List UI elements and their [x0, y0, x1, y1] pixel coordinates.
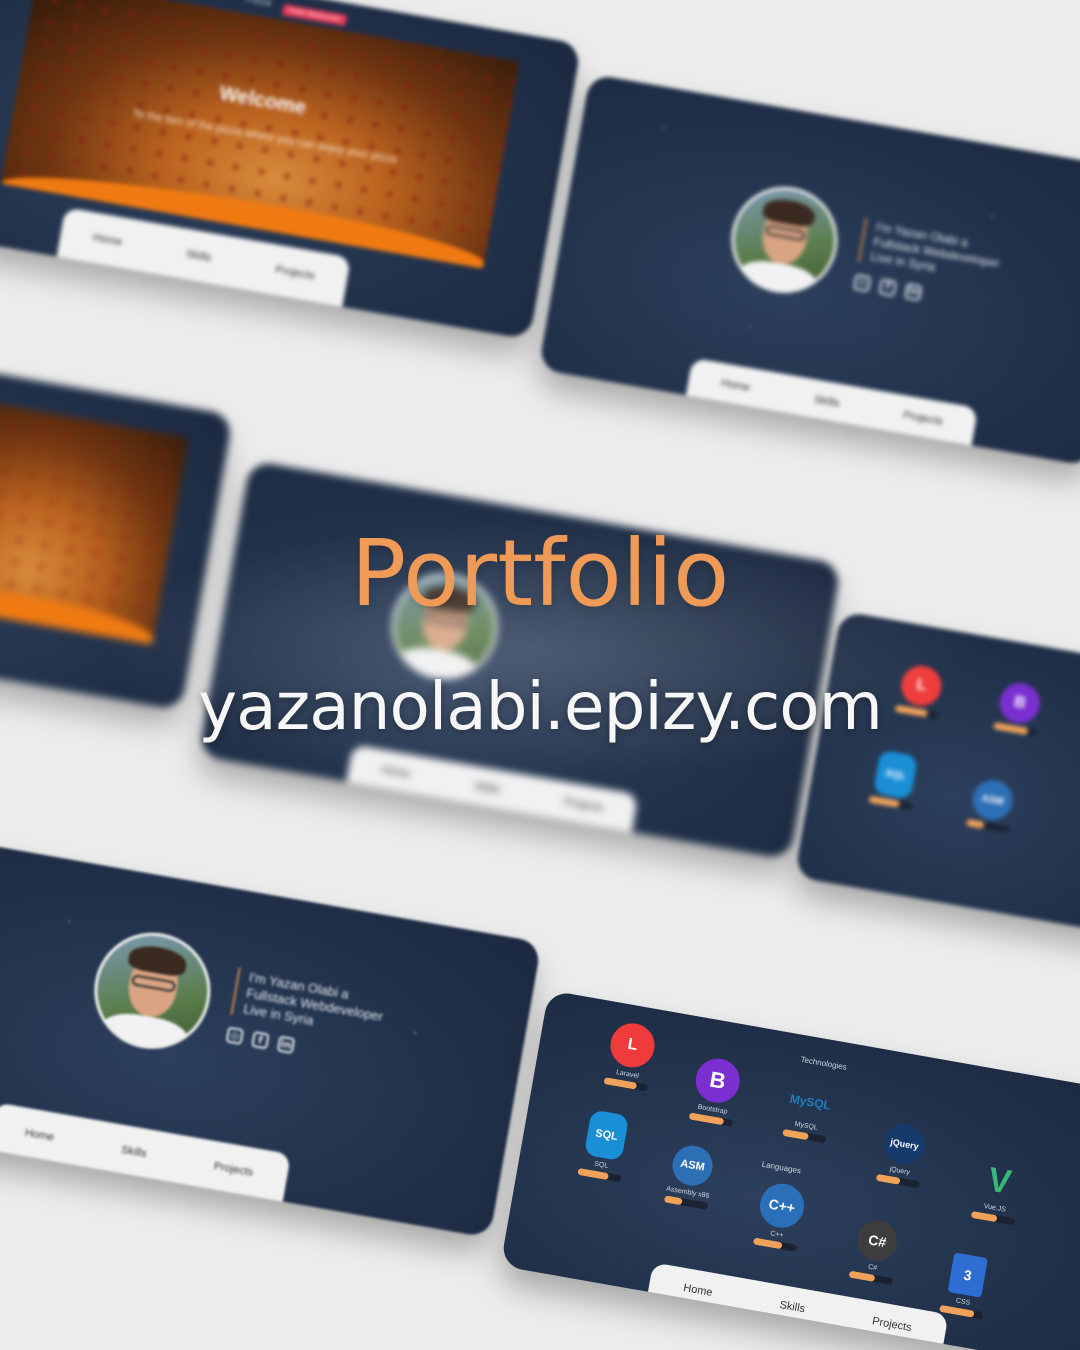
skill-cpp: C++ C++: [752, 1180, 808, 1252]
sql-icon: SQL: [583, 1109, 630, 1162]
mysql-icon: MySQL: [788, 1091, 832, 1113]
jquery-icon: jQuery: [881, 1120, 928, 1168]
nav-home[interactable]: Home: [92, 232, 123, 249]
skill-asm: ASM Assembly x86: [663, 1142, 718, 1210]
site-url[interactable]: yazanolabi.epizy.com: [0, 668, 1080, 745]
pizza-site-card: Pizza Order Restaurant Welcome To the fa…: [0, 0, 582, 340]
skills-nav: Home Skills Projects: [646, 1262, 949, 1350]
linkedin-icon[interactable]: in: [904, 282, 923, 301]
bootstrap-icon: B: [692, 1055, 744, 1107]
nav-skills[interactable]: Skills: [779, 1299, 806, 1315]
technologies-label: Technologies: [799, 1054, 848, 1072]
facebook-icon[interactable]: f: [251, 1031, 270, 1050]
skill-csharp: C# C#: [848, 1217, 903, 1286]
nav-projects[interactable]: Projects: [871, 1315, 912, 1334]
nav-home[interactable]: Home: [24, 1127, 55, 1144]
mockup-stage: Pizza Order Restaurant Welcome To the fa…: [0, 0, 1080, 1350]
instagram-icon[interactable]: ◎: [225, 1026, 245, 1046]
facebook-icon[interactable]: f: [878, 277, 898, 297]
skill-vue: V Vue.JS: [970, 1158, 1025, 1226]
nav-skills[interactable]: Skills: [120, 1144, 147, 1160]
cpp-icon: C++: [756, 1180, 808, 1232]
avatar: [726, 181, 843, 298]
nav-skills[interactable]: Skills: [185, 248, 212, 264]
skill-laravel: L Laravel: [603, 1019, 659, 1092]
nav-projects[interactable]: Projects: [213, 1160, 254, 1179]
nav-skills[interactable]: Skills: [473, 780, 500, 796]
laravel-icon: L: [607, 1019, 659, 1071]
page-title: Portfolio: [350, 520, 730, 627]
instagram-icon[interactable]: ◎: [852, 273, 872, 292]
profile-card-top: I'm Yazan Olabi a Fullstack Webdeveloper…: [538, 73, 1080, 467]
nav-projects[interactable]: Projects: [274, 264, 315, 283]
nav-home[interactable]: Home: [682, 1282, 713, 1299]
skill-mysql: MySQL MySQL: [782, 1082, 835, 1144]
nav-projects[interactable]: Projects: [902, 409, 943, 428]
languages-label: Languages: [761, 1159, 802, 1176]
skill-css: 3 CSS: [938, 1252, 993, 1320]
nav-skills[interactable]: Skills: [813, 394, 840, 410]
skill-sql: SQL SQL: [577, 1109, 632, 1183]
skill-jquery: jQuery jQuery: [875, 1120, 930, 1189]
vue-icon: V: [985, 1160, 1015, 1202]
asm-icon: ASM: [969, 776, 1016, 824]
skills-card-bottom: Technologies Languages L Laravel B Boots…: [500, 990, 1080, 1350]
nav-projects[interactable]: Projects: [563, 796, 604, 815]
linkedin-icon[interactable]: in: [276, 1035, 296, 1055]
csharp-icon: C#: [854, 1217, 901, 1265]
profile-intro-bottom: I'm Yazan Olabi a Fullstack Webdeveloper…: [230, 967, 388, 1042]
avatar: [88, 927, 217, 1055]
profile-card-bottom: I'm Yazan Olabi a Fullstack Webdeveloper…: [0, 841, 542, 1239]
skill-asm: ASM: [965, 776, 1018, 834]
css-icon: 3: [947, 1252, 988, 1298]
nav-home[interactable]: Home: [720, 377, 751, 394]
skill-bootstrap: B Bootstrap: [688, 1055, 744, 1127]
asm-icon: ASM: [669, 1142, 716, 1189]
profile-intro: I'm Yazan Olabi a Fullstack Webdeveloper…: [857, 217, 1004, 286]
